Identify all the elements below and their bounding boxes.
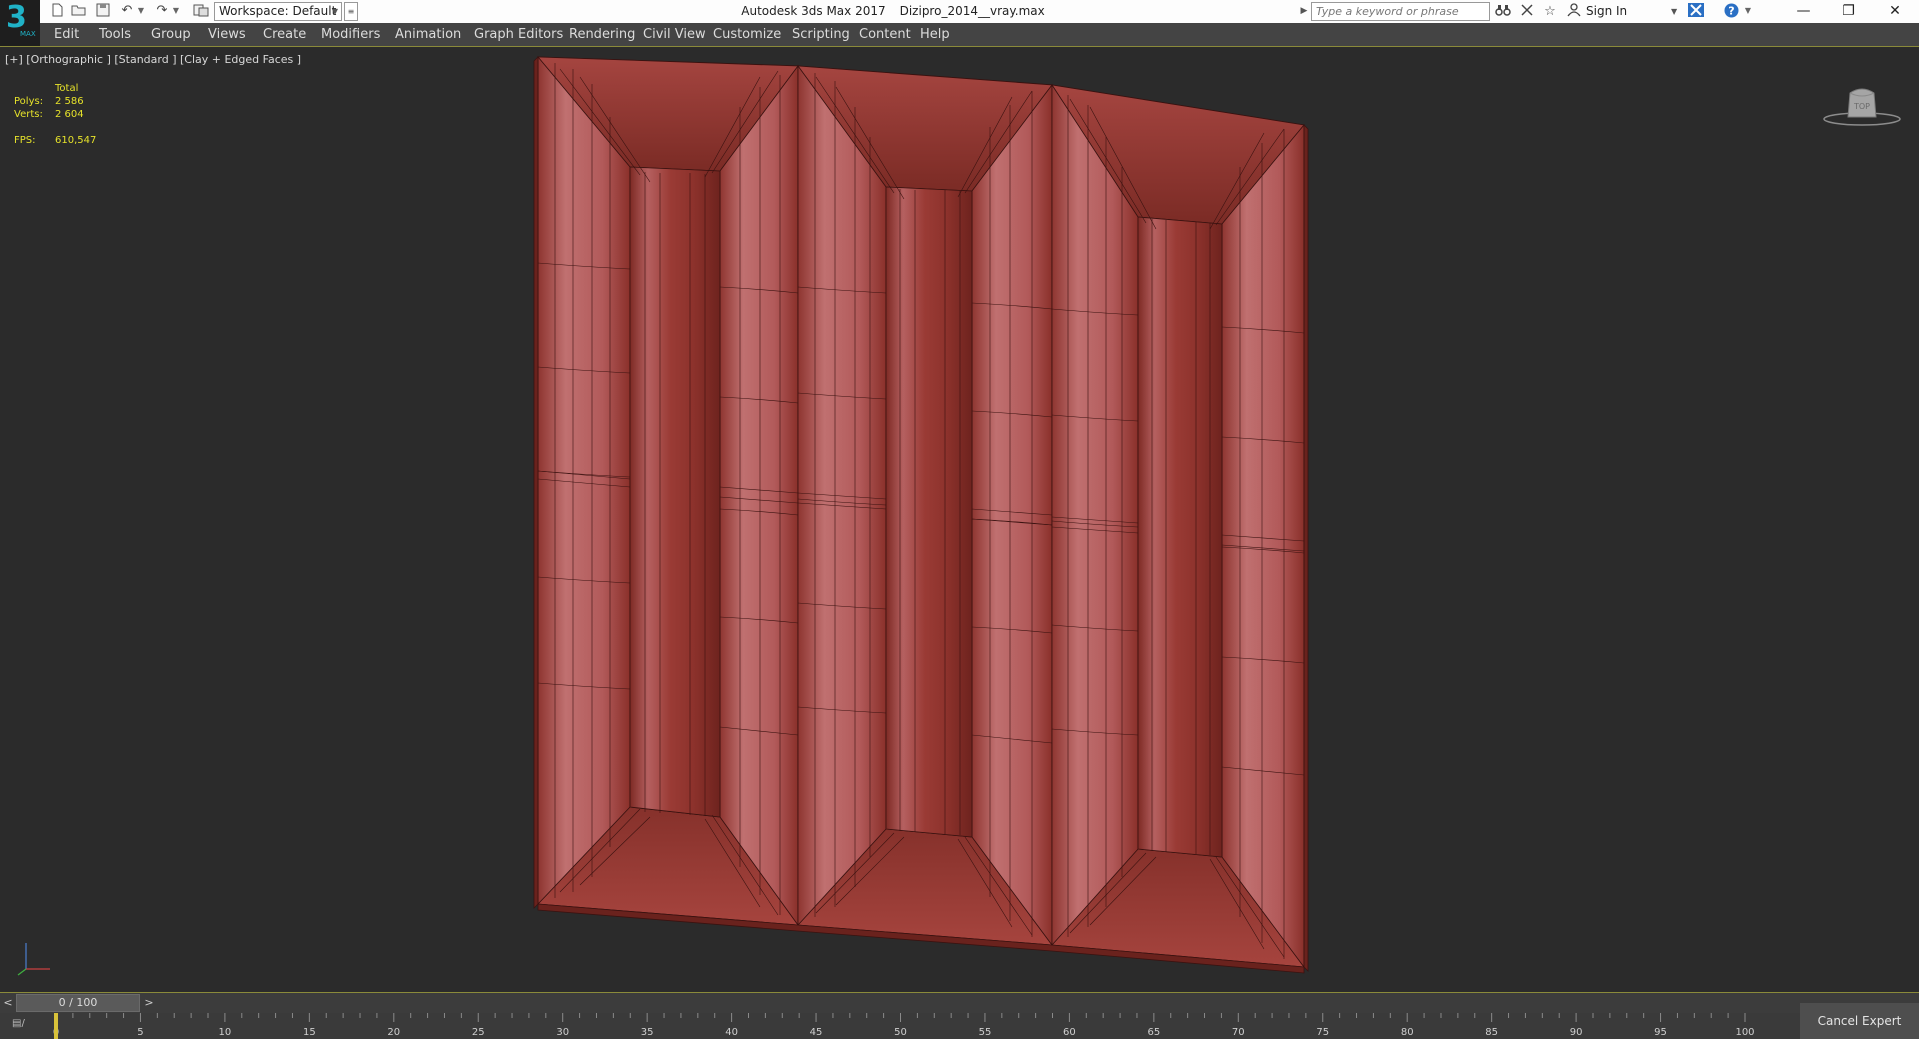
app-title: Autodesk 3ds Max 2017 — [741, 4, 886, 18]
frame-tick-label: 75 — [1316, 1027, 1329, 1038]
frame-tick-label: 45 — [810, 1027, 823, 1038]
frame-tick-label: 100 — [1735, 1027, 1754, 1038]
frame-tick-label: 20 — [387, 1027, 400, 1038]
menu-help[interactable]: Help — [920, 23, 950, 46]
title-bar: Autodesk 3ds Max 2017 Dizipro_2014__vray.… — [0, 0, 1919, 23]
menu-rendering[interactable]: Rendering — [569, 23, 635, 46]
star-icon[interactable]: ☆ — [1540, 3, 1560, 20]
file-name: Dizipro_2014__vray.max — [899, 4, 1045, 18]
workspace-selector[interactable]: Workspace: Default ▼ — [214, 2, 342, 21]
time-prev-button[interactable]: < — [0, 994, 16, 1012]
menu-bar: Edit Tools Group Views Create Modifiers … — [40, 23, 1919, 46]
stats-polys-value: 2 586 — [55, 96, 84, 107]
frame-tick-label: 50 — [894, 1027, 907, 1038]
redo-icon[interactable]: ↷ — [153, 3, 171, 19]
frame-tick-label: 10 — [219, 1027, 232, 1038]
svg-text:?: ? — [1728, 5, 1734, 18]
subscription-icon[interactable] — [1517, 3, 1537, 20]
frame-tick-label: 80 — [1401, 1027, 1414, 1038]
frame-tick-label: 25 — [472, 1027, 485, 1038]
panel-model[interactable] — [0, 47, 1919, 993]
axis-tripod-icon — [14, 937, 54, 977]
stats-verts-value: 2 604 — [55, 109, 84, 120]
menu-tools[interactable]: Tools — [99, 23, 131, 46]
restore-icon[interactable]: ❐ — [1826, 0, 1871, 23]
time-next-button[interactable]: > — [141, 994, 157, 1012]
panel-tile-2[interactable] — [797, 64, 1053, 947]
app-logo-icon[interactable]: 3 MAX — [0, 0, 40, 46]
frame-tick-label: 35 — [641, 1027, 654, 1038]
frame-tick-label: 5 — [137, 1027, 143, 1038]
close-icon[interactable]: ✕ — [1871, 0, 1919, 23]
menu-edit[interactable]: Edit — [54, 23, 79, 46]
curve-editor-icon[interactable]: ▤/ — [12, 1018, 25, 1029]
help-dropdown-icon[interactable]: ▼ — [1744, 3, 1752, 19]
menu-graph-editors[interactable]: Graph Editors — [474, 23, 563, 46]
viewcube-label: TOP — [1853, 102, 1870, 111]
menu-scripting[interactable]: Scripting — [792, 23, 850, 46]
track-bar[interactable]: 0510152025303540455055606570758085909510… — [0, 1013, 1800, 1039]
new-file-icon[interactable] — [48, 3, 66, 19]
frame-tick-label: 40 — [725, 1027, 738, 1038]
minimize-icon[interactable]: — — [1781, 0, 1826, 23]
frame-ruler[interactable]: 0510152025303540455055606570758085909510… — [0, 1013, 1800, 1039]
viewport-perspective[interactable]: [+] [Orthographic ] [Standard ] [Clay + … — [0, 46, 1919, 993]
search-input[interactable]: Type a keyword or phrase — [1311, 2, 1490, 21]
chevron-down-icon[interactable]: ▼ — [1671, 3, 1677, 20]
undo-icon[interactable]: ↶ — [118, 3, 136, 19]
menu-animation[interactable]: Animation — [395, 23, 461, 46]
cancel-expert-mode-button[interactable]: Cancel Expert Mode — [1800, 1003, 1919, 1039]
chevron-down-icon: ▼ — [331, 7, 338, 16]
frame-tick-label: 85 — [1485, 1027, 1498, 1038]
panel-tile-1[interactable] — [537, 55, 799, 927]
help-icon[interactable]: ? — [1721, 3, 1741, 20]
workspace-menu-icon[interactable]: ≡ — [344, 2, 358, 21]
menu-views[interactable]: Views — [208, 23, 246, 46]
save-icon[interactable] — [94, 3, 112, 19]
stats-fps-label: FPS: — [14, 135, 36, 146]
frame-tick-label: 90 — [1570, 1027, 1583, 1038]
menu-civil-view[interactable]: Civil View — [643, 23, 706, 46]
user-icon[interactable] — [1564, 3, 1584, 20]
redo-dropdown-icon[interactable]: ▼ — [172, 3, 180, 19]
frame-tick-label: 30 — [556, 1027, 569, 1038]
panel-side-edge — [1303, 124, 1309, 972]
viewport-label[interactable]: [+] [Orthographic ] [Standard ] [Clay + … — [5, 53, 301, 66]
search-expand-icon[interactable]: ▶ — [1298, 2, 1310, 21]
undo-dropdown-icon[interactable]: ▼ — [137, 3, 145, 19]
current-frame-marker[interactable] — [54, 1013, 58, 1039]
menu-customize[interactable]: Customize — [713, 23, 781, 46]
time-slider[interactable]: 0 / 100 — [16, 994, 140, 1012]
panel-tile-3[interactable] — [1051, 83, 1305, 969]
stats-polys-label: Polys: — [14, 96, 44, 107]
binoculars-icon[interactable] — [1493, 3, 1513, 20]
autodesk-x-icon[interactable] — [1686, 3, 1706, 20]
stats-fps-value: 610,547 — [55, 135, 97, 146]
menu-group[interactable]: Group — [151, 23, 191, 46]
time-slider-bar: < 0 / 100 > — [0, 993, 1919, 1013]
frame-tick-label: 15 — [303, 1027, 316, 1038]
sign-in-button[interactable]: Sign In — [1586, 3, 1627, 20]
open-file-icon[interactable] — [70, 3, 88, 19]
menu-content[interactable]: Content — [859, 23, 911, 46]
frame-tick-label: 95 — [1654, 1027, 1667, 1038]
menu-modifiers[interactable]: Modifiers — [321, 23, 380, 46]
frame-tick-label: 60 — [1063, 1027, 1076, 1038]
frame-tick-label: 55 — [979, 1027, 992, 1038]
panel-left-edge — [533, 56, 539, 909]
stats-verts-label: Verts: — [14, 109, 43, 120]
stats-total-label: Total — [55, 83, 79, 94]
workspace-label: Workspace: Default — [219, 4, 337, 18]
viewcube[interactable]: TOP — [1822, 81, 1902, 131]
frame-tick-label: 70 — [1232, 1027, 1245, 1038]
project-folder-icon[interactable] — [192, 3, 210, 19]
menu-create[interactable]: Create — [263, 23, 306, 46]
frame-tick-label: 65 — [1147, 1027, 1160, 1038]
